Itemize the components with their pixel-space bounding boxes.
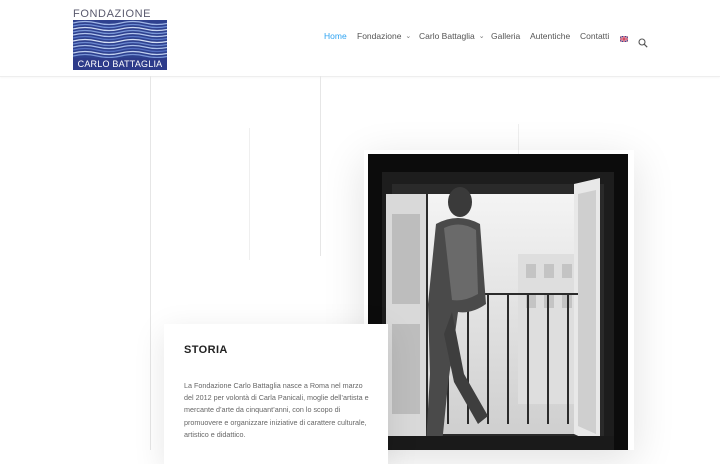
decorative-line <box>150 76 151 450</box>
nav-item-contatti[interactable]: Contatti <box>580 31 609 41</box>
nav-item-label: Fondazione <box>357 31 402 41</box>
nav-item-label: Carlo Battaglia <box>419 31 475 41</box>
chevron-down-icon: ⌄ <box>478 33 485 40</box>
nav-item-home[interactable]: Home <box>324 31 347 41</box>
nav-item-carlo-battaglia[interactable]: Carlo Battaglia ⌄ <box>419 31 485 41</box>
nav-item-autentiche[interactable]: Autentiche <box>530 31 570 41</box>
logo-waves-graphic <box>73 20 167 58</box>
chevron-down-icon: ⌄ <box>405 33 412 40</box>
story-title: STORIA <box>184 344 228 356</box>
artist-photo <box>368 154 628 450</box>
site-logo[interactable]: FONDAZIONE CARLO BATTAGLIA <box>73 8 167 70</box>
uk-flag-icon[interactable] <box>619 34 629 43</box>
story-card: STORIA La Fondazione Carlo Battaglia nas… <box>164 324 388 464</box>
search-icon[interactable] <box>638 33 648 48</box>
decorative-line <box>249 128 250 260</box>
site-header: FONDAZIONE CARLO BATTAGLIA Home Fondazio… <box>0 0 720 77</box>
logo-top-text: FONDAZIONE <box>73 8 152 20</box>
decorative-line <box>320 76 321 256</box>
logo-bottom-text: CARLO BATTAGLIA <box>73 58 167 70</box>
story-text: La Fondazione Carlo Battaglia nasce a Ro… <box>184 381 369 439</box>
nav-item-galleria[interactable]: Galleria <box>491 31 520 41</box>
nav-item-fondazione[interactable]: Fondazione ⌄ <box>357 31 411 41</box>
